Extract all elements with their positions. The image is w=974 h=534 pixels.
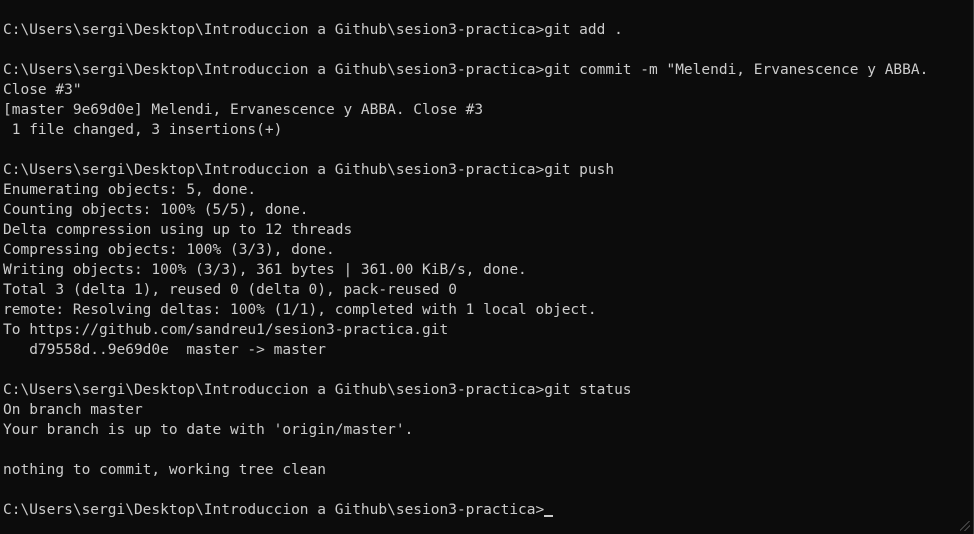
resize-grip-icon[interactable] xyxy=(960,521,970,531)
vertical-scrollbar[interactable] xyxy=(956,0,973,534)
terminal-line-1 xyxy=(3,40,928,60)
terminal-line-22: nothing to commit, working tree clean xyxy=(3,462,327,478)
terminal-line-5: 1 file changed, 3 insertions(+) xyxy=(3,122,283,138)
terminal-line-6 xyxy=(3,140,928,160)
terminal-line-17 xyxy=(3,360,928,380)
terminal-line-20: Your branch is up to date with 'origin/m… xyxy=(3,422,414,438)
terminal-line-12: Writing objects: 100% (3/3), 361 bytes |… xyxy=(3,262,527,278)
terminal-line-10: Delta compression using up to 12 threads xyxy=(3,222,353,238)
terminal-line-7: C:\Users\sergi\Desktop\Introduccion a Gi… xyxy=(3,162,615,178)
terminal-line-8: Enumerating objects: 5, done. xyxy=(3,182,257,198)
terminal-line-3: Close #3" xyxy=(3,82,82,98)
terminal-line-23 xyxy=(3,480,928,500)
text-cursor xyxy=(544,515,554,517)
terminal-line-14: remote: Resolving deltas: 100% (1/1), co… xyxy=(3,302,597,318)
terminal-line-2: C:\Users\sergi\Desktop\Introduccion a Gi… xyxy=(3,62,929,78)
terminal-line-19: On branch master xyxy=(3,402,143,418)
terminal-output[interactable]: C:\Users\sergi\Desktop\Introduccion a Gi… xyxy=(3,20,928,520)
terminal-line-21 xyxy=(3,440,928,460)
terminal-line-16: d79558d..9e69d0e master -> master xyxy=(3,342,327,358)
terminal-line-13: Total 3 (delta 1), reused 0 (delta 0), p… xyxy=(3,282,457,298)
terminal-line-18: C:\Users\sergi\Desktop\Introduccion a Gi… xyxy=(3,382,632,398)
terminal-line-15: To https://github.com/sandreu1/sesion3-p… xyxy=(3,322,449,338)
terminal-prompt: C:\Users\sergi\Desktop\Introduccion a Gi… xyxy=(3,502,545,518)
terminal-window[interactable]: C:\Users\sergi\Desktop\Introduccion a Gi… xyxy=(0,0,974,534)
terminal-line-9: Counting objects: 100% (5/5), done. xyxy=(3,202,309,218)
terminal-line-11: Compressing objects: 100% (3/3), done. xyxy=(3,242,335,258)
terminal-prompt-line[interactable]: C:\Users\sergi\Desktop\Introduccion a Gi… xyxy=(3,500,928,520)
terminal-line-0: C:\Users\sergi\Desktop\Introduccion a Gi… xyxy=(3,22,623,38)
terminal-line-4: [master 9e69d0e] Melendi, Ervanescence y… xyxy=(3,102,484,118)
